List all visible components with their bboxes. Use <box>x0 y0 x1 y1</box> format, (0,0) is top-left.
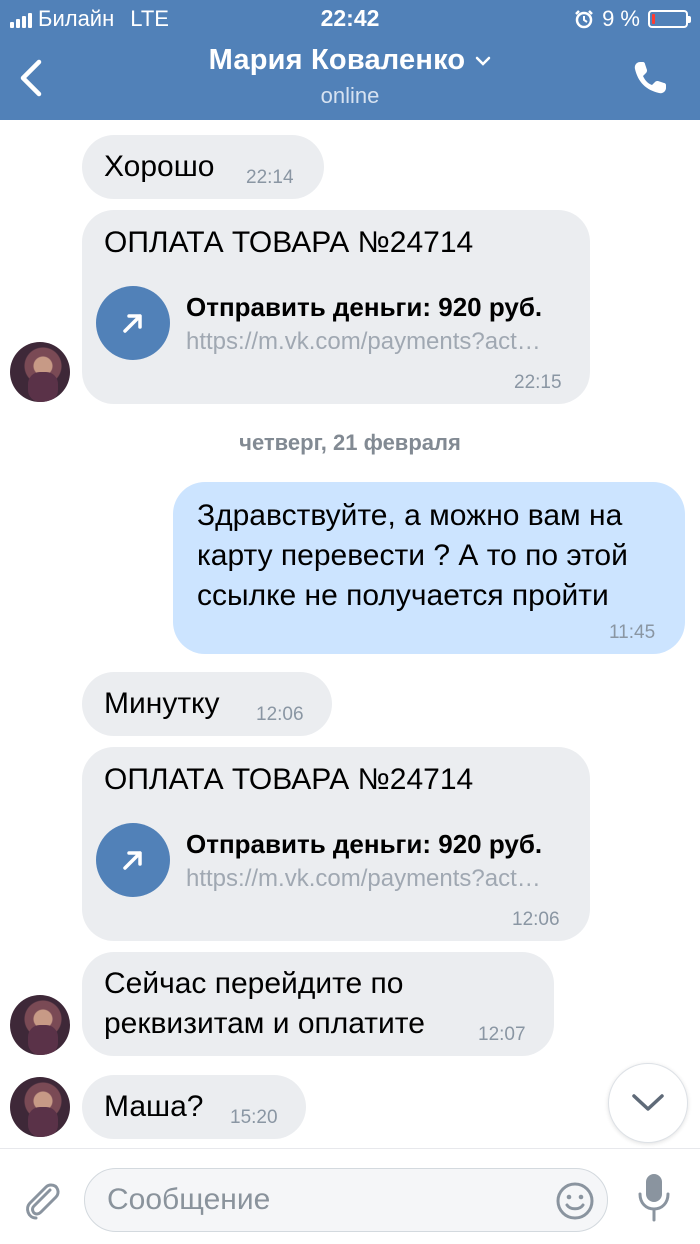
phone-icon <box>634 62 666 94</box>
scroll-down-button[interactable] <box>608 1063 688 1143</box>
contact-name-label: Мария Коваленко <box>208 44 466 76</box>
battery-icon <box>648 10 691 28</box>
link-arrow-icon <box>123 314 142 333</box>
message-text: Минутку <box>104 687 220 720</box>
avatar[interactable] <box>10 342 70 402</box>
message-bubble[interactable]: Маша? 15:20 <box>82 1075 306 1139</box>
payment-card-message[interactable]: ОПЛАТА ТОВАРА №24714 Отправить деньги: 9… <box>82 747 590 941</box>
online-status: online <box>320 83 380 108</box>
message-text-line: карту перевести ? А то по этой <box>197 539 628 572</box>
message-text-line: реквизитам и оплатите <box>104 1007 425 1040</box>
contact-name[interactable]: Мария Коваленко <box>209 44 492 77</box>
battery-percent: 9 % <box>602 6 640 31</box>
message-text-line: ссылке не получается пройти <box>197 579 609 612</box>
input-placeholder: Сообщение <box>107 1183 271 1216</box>
composer-divider <box>0 1148 700 1149</box>
chat-header: Билайн LTE 22:42 9 % Мария Коваленко onl… <box>0 0 700 120</box>
message-bubble[interactable]: Минутку 12:06 <box>82 672 332 736</box>
message-text-line: Сейчас перейдите по <box>104 967 404 1000</box>
date-separator: четверг, 21 февраля <box>239 430 461 455</box>
message-time: 12:06 <box>512 909 560 930</box>
emoji-icon <box>556 1182 594 1220</box>
message-time: 12:06 <box>256 704 304 725</box>
paperclip-icon <box>26 1183 60 1220</box>
card-title: ОПЛАТА ТОВАРА №24714 <box>104 763 474 796</box>
card-title: ОПЛАТА ТОВАРА №24714 <box>104 226 474 259</box>
link-url[interactable]: https://m.vk.com/payments?act… <box>186 865 541 893</box>
alarm-icon <box>575 10 593 29</box>
message-time: 12:07 <box>478 1024 526 1045</box>
emoji-button[interactable] <box>555 1181 595 1221</box>
avatar[interactable] <box>10 1077 70 1137</box>
message-bubble[interactable]: Сейчас перейдите по реквизитам и оплатит… <box>82 952 554 1056</box>
chat-title-block[interactable]: Мария Коваленко online <box>0 44 700 109</box>
payment-card-message[interactable]: ОПЛАТА ТОВАРА №24714 Отправить деньги: 9… <box>82 210 590 404</box>
message-time: 15:20 <box>230 1107 278 1128</box>
link-url[interactable]: https://m.vk.com/payments?act… <box>186 328 541 356</box>
call-button[interactable] <box>630 58 670 98</box>
voice-message-button[interactable] <box>632 1170 676 1226</box>
message-time: 22:14 <box>246 167 294 188</box>
battery-fill <box>652 14 655 24</box>
message-time: 22:15 <box>514 372 562 393</box>
status-right: 9 % <box>574 6 691 32</box>
status-bar: Билайн LTE 22:42 9 % <box>0 0 700 38</box>
chevron-down-icon <box>632 1094 664 1111</box>
link-icon-button[interactable] <box>96 823 170 897</box>
microphone-icon <box>638 1174 670 1222</box>
message-bubble[interactable]: Хорошо 22:14 <box>82 135 324 199</box>
message-text: Маша? <box>104 1090 204 1123</box>
link-arrow-icon <box>123 851 142 870</box>
dropdown-chevron-icon <box>476 56 491 66</box>
message-text: Хорошо <box>104 150 215 183</box>
message-input[interactable]: Сообщение <box>84 1168 608 1232</box>
link-icon-button[interactable] <box>96 286 170 360</box>
avatar[interactable] <box>10 995 70 1055</box>
attach-button[interactable] <box>20 1178 64 1222</box>
message-text-line: Здравствуйте, а можно вам на <box>197 499 623 532</box>
message-time: 11:45 <box>609 622 656 643</box>
link-title[interactable]: Отправить деньги: 920 руб. <box>186 829 542 860</box>
outgoing-message-bubble[interactable]: Здравствуйте, а можно вам на карту перев… <box>173 482 685 654</box>
link-title[interactable]: Отправить деньги: 920 руб. <box>186 292 542 323</box>
